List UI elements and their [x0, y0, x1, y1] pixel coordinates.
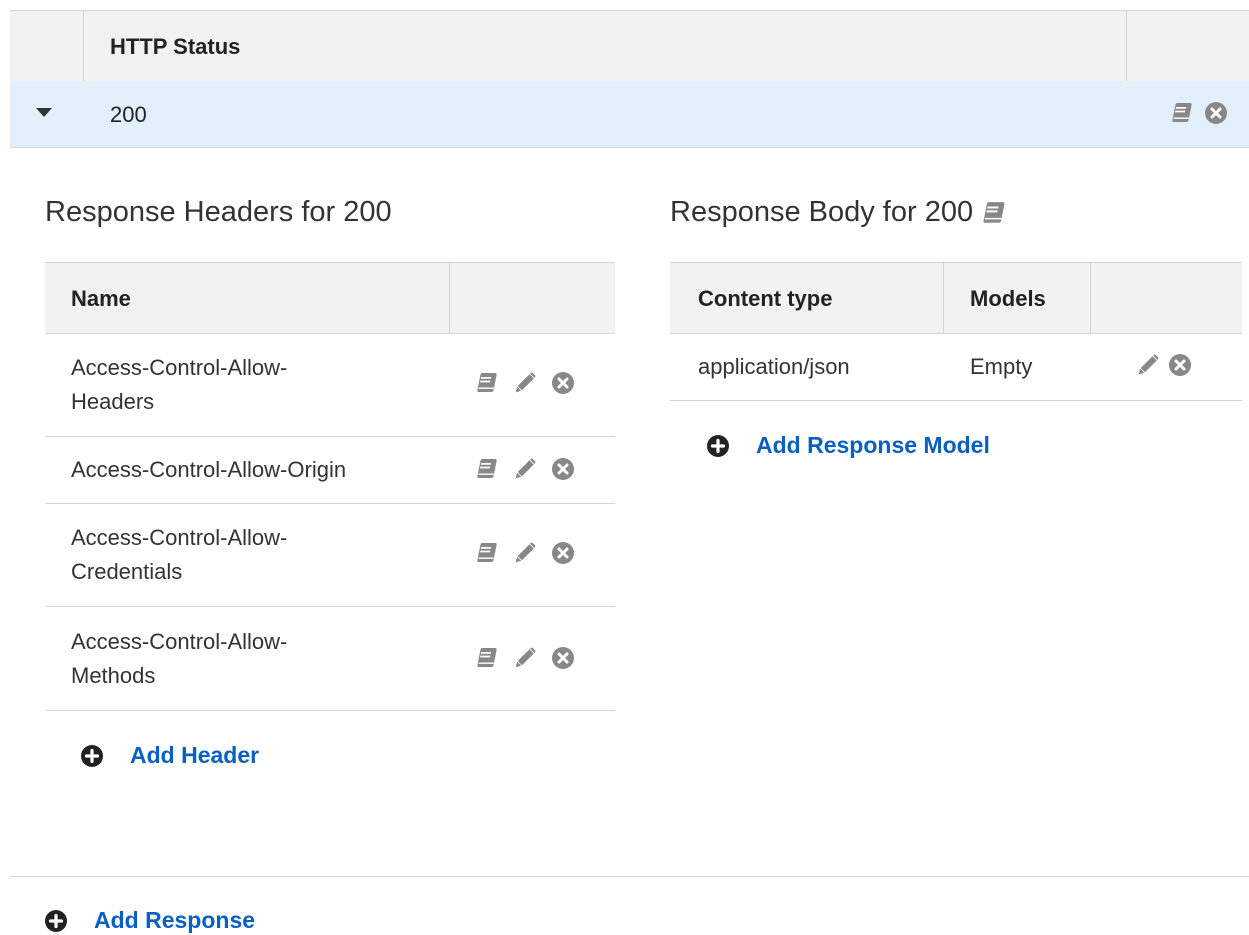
book-icon[interactable] — [475, 371, 499, 395]
book-icon[interactable] — [981, 200, 1007, 226]
header-name: Access-Control-Allow- Credentials — [71, 521, 391, 589]
name-column-header: Name — [71, 286, 131, 311]
close-circle-icon[interactable] — [551, 646, 575, 670]
column-divider — [449, 263, 450, 333]
close-circle-icon[interactable] — [551, 541, 575, 565]
status-table-header: HTTP Status — [10, 10, 1249, 82]
plus-circle-icon — [80, 744, 104, 768]
close-circle-icon[interactable] — [1168, 353, 1192, 377]
header-name-line: Access-Control-Allow- — [71, 525, 288, 550]
add-response-model-button[interactable]: Add Response Model — [706, 432, 990, 459]
header-name: Access-Control-Allow-Origin — [71, 453, 391, 487]
add-header-label[interactable]: Add Header — [130, 742, 259, 769]
pencil-icon[interactable] — [513, 646, 537, 670]
response-model-actions — [1136, 353, 1192, 377]
http-status-column-header: HTTP Status — [110, 34, 241, 59]
column-divider — [83, 11, 84, 81]
header-name: Access-Control-Allow- Methods — [71, 625, 391, 693]
column-divider — [943, 263, 944, 333]
header-name-line: Access-Control-Allow- — [71, 355, 288, 380]
header-row-allow-methods: Access-Control-Allow- Methods — [45, 607, 615, 711]
header-row-allow-headers: Access-Control-Allow- Headers — [45, 334, 615, 437]
caret-down-icon[interactable] — [36, 108, 52, 117]
response-model-row: application/json Empty — [670, 334, 1242, 401]
headers-table-header: Name — [45, 262, 615, 334]
header-row-actions — [475, 541, 575, 565]
header-row-allow-origin: Access-Control-Allow-Origin — [45, 437, 615, 504]
section-divider — [10, 876, 1249, 877]
model-value: Empty — [970, 354, 1033, 379]
header-row-actions — [475, 646, 575, 670]
pencil-icon[interactable] — [513, 541, 537, 565]
header-name-line: Credentials — [71, 559, 183, 584]
column-divider — [1090, 263, 1091, 333]
response-headers-title-text: Response Headers for 200 — [45, 196, 392, 228]
add-response-label[interactable]: Add Response — [94, 907, 255, 934]
response-headers-title: Response Headers for 200 — [45, 196, 392, 229]
header-name-line: Access-Control-Allow-Origin — [71, 457, 347, 482]
header-row-allow-credentials: Access-Control-Allow- Credentials — [45, 504, 615, 607]
book-icon[interactable] — [475, 646, 499, 670]
pencil-icon[interactable] — [1136, 353, 1160, 377]
plus-circle-icon — [44, 909, 68, 933]
content-type-column-header: Content type — [698, 286, 833, 311]
header-row-actions — [475, 457, 575, 481]
status-code: 200 — [110, 102, 147, 127]
header-name-line: Methods — [71, 663, 156, 688]
header-row-actions — [475, 371, 575, 395]
column-divider — [1126, 11, 1127, 81]
models-column-header: Models — [970, 286, 1046, 311]
book-icon[interactable] — [475, 541, 499, 565]
content-type-value: application/json — [698, 354, 850, 379]
header-name-line: Headers — [71, 389, 155, 414]
pencil-icon[interactable] — [513, 457, 537, 481]
body-table-header: Content type Models — [670, 262, 1242, 334]
response-body-title: Response Body for 200 — [670, 196, 1007, 229]
book-icon[interactable] — [475, 457, 499, 481]
close-circle-icon[interactable] — [1204, 101, 1228, 125]
header-name: Access-Control-Allow- Headers — [71, 351, 391, 419]
add-response-model-label[interactable]: Add Response Model — [756, 432, 990, 459]
add-header-button[interactable]: Add Header — [80, 742, 259, 769]
status-row-actions — [1170, 101, 1228, 125]
response-body-title-text: Response Body for 200 — [670, 196, 974, 228]
plus-circle-icon — [706, 434, 730, 458]
status-row-200[interactable]: 200 — [10, 81, 1249, 148]
header-name-line: Access-Control-Allow- — [71, 629, 288, 654]
add-response-button[interactable]: Add Response — [44, 907, 255, 934]
pencil-icon[interactable] — [513, 371, 537, 395]
book-icon[interactable] — [1170, 101, 1194, 125]
close-circle-icon[interactable] — [551, 457, 575, 481]
close-circle-icon[interactable] — [551, 371, 575, 395]
